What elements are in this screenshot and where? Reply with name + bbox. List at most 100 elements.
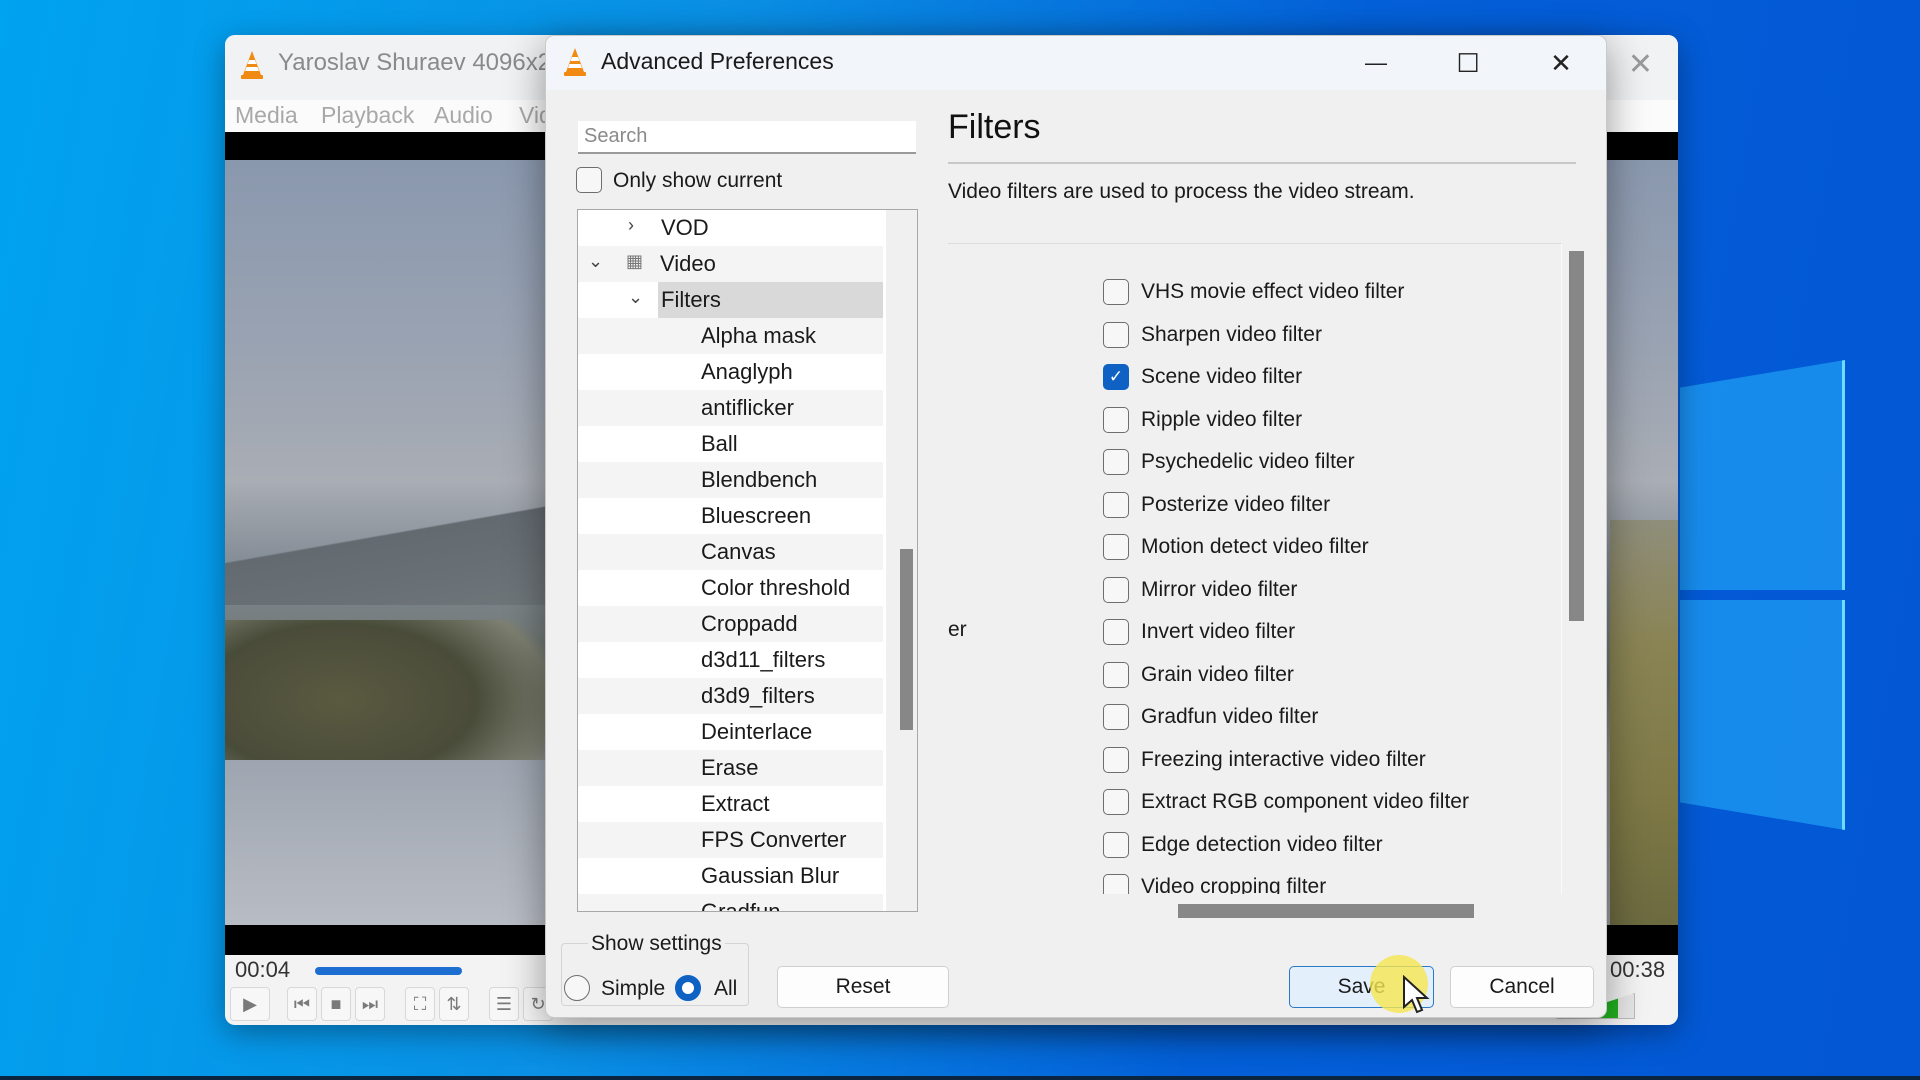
tree-item[interactable]: Canvas bbox=[578, 534, 883, 570]
tree-item[interactable]: › VOD bbox=[578, 210, 883, 246]
close-button[interactable]: ✕ bbox=[1531, 42, 1591, 84]
filter-checkbox[interactable] bbox=[1103, 874, 1129, 894]
maximize-button[interactable]: ☐ bbox=[1438, 42, 1498, 84]
all-radio[interactable] bbox=[675, 975, 701, 1001]
tree-item-label: Canvas bbox=[701, 539, 776, 564]
tree-item[interactable]: d3d9_filters bbox=[578, 678, 883, 714]
menu-media[interactable]: Media bbox=[235, 102, 298, 129]
filter-label: Extract RGB component video filter bbox=[1141, 790, 1469, 813]
tree-item[interactable]: Color threshold bbox=[578, 570, 883, 606]
filter-label: Motion detect video filter bbox=[1141, 535, 1369, 558]
filter-option: Freezing interactive video filter bbox=[948, 743, 1548, 777]
tree-item-label: Blendbench bbox=[701, 467, 818, 492]
filter-checkbox[interactable] bbox=[1103, 406, 1129, 433]
chevron-down-icon[interactable]: ⌄ bbox=[588, 251, 603, 272]
filter-checkbox[interactable] bbox=[1103, 831, 1129, 858]
tree-item[interactable]: Croppadd bbox=[578, 606, 883, 642]
tree-item[interactable]: Deinterlace bbox=[578, 714, 883, 750]
filter-label: Mirror video filter bbox=[1141, 577, 1298, 601]
filter-checkbox[interactable] bbox=[1103, 449, 1129, 475]
filter-option: Invert video filter bbox=[948, 615, 1548, 649]
stop-button[interactable]: ■ bbox=[321, 987, 351, 1021]
filter-option: Ripple video filter bbox=[948, 403, 1548, 437]
filter-option: Gradfun video filter bbox=[948, 700, 1548, 734]
tree-item-label: Color threshold bbox=[701, 575, 851, 600]
tree-item-label: FPS Converter bbox=[701, 827, 847, 852]
filter-checkbox[interactable] bbox=[1103, 534, 1129, 560]
loop-icon: ↻ bbox=[530, 994, 546, 1014]
filter-option: Sharpen video filter bbox=[948, 318, 1548, 352]
tree-item[interactable]: ⌄ Filters bbox=[578, 282, 883, 318]
vlc-cone-icon bbox=[564, 48, 586, 76]
reset-preferences-button[interactable]: Reset Preferences bbox=[777, 966, 949, 1017]
tree-item[interactable]: Alpha mask bbox=[578, 318, 883, 354]
search-input[interactable] bbox=[578, 121, 916, 154]
skip-forward-icon: ⏭ bbox=[361, 994, 379, 1014]
menu-playback[interactable]: Playback bbox=[321, 102, 414, 129]
filter-label: Grain video filter bbox=[1141, 662, 1294, 686]
tree-item[interactable]: Gradfun bbox=[578, 894, 883, 912]
next-button[interactable]: ⏭ bbox=[355, 987, 385, 1021]
filter-checkbox[interactable] bbox=[1103, 576, 1129, 603]
filter-label: Psychedelic video filter bbox=[1141, 450, 1355, 473]
tree-item-label: Video bbox=[660, 251, 716, 276]
tree-item[interactable]: d3d11_filters bbox=[578, 642, 883, 678]
filter-label: VHS movie effect video filter bbox=[1141, 280, 1405, 303]
tree-item[interactable]: Anaglyph bbox=[578, 354, 883, 390]
tree-item[interactable]: Extract bbox=[578, 786, 883, 822]
all-radio-label: All bbox=[714, 977, 738, 1000]
tree-scrollbar[interactable] bbox=[900, 549, 913, 730]
play-button[interactable]: ▶ bbox=[230, 987, 270, 1021]
tree-item-label: Extract bbox=[701, 791, 770, 816]
filter-checkbox[interactable] bbox=[1103, 661, 1129, 688]
vlc-cone-icon bbox=[241, 51, 263, 79]
mouse-cursor-icon bbox=[1403, 975, 1430, 1014]
chevron-down-icon[interactable]: ⌄ bbox=[628, 287, 643, 308]
seek-bar[interactable] bbox=[315, 967, 462, 975]
filter-checkbox[interactable] bbox=[1103, 279, 1129, 305]
filter-label: Sharpen video filter bbox=[1141, 322, 1322, 346]
tree-item[interactable]: Bluescreen bbox=[578, 498, 883, 534]
simple-radio[interactable] bbox=[564, 975, 590, 1001]
tree-item[interactable]: ⌄ ▦ Video bbox=[578, 246, 883, 282]
filter-checkbox[interactable] bbox=[1103, 746, 1129, 773]
elapsed-time: 00:04 bbox=[235, 957, 291, 982]
tree-item[interactable]: antiflicker bbox=[578, 390, 883, 426]
vlc-close-icon[interactable]: ✕ bbox=[1628, 47, 1653, 82]
filter-label: Ripple video filter bbox=[1141, 407, 1303, 431]
tree-item-label: Croppadd bbox=[701, 611, 798, 636]
dialog-title-bar: Advanced Preferences — ☐ ✕ bbox=[546, 36, 1606, 90]
filter-checkbox[interactable] bbox=[1103, 619, 1129, 645]
filter-checkbox[interactable]: ✓ bbox=[1103, 364, 1129, 390]
filters-vertical-scrollbar[interactable] bbox=[1569, 251, 1584, 621]
tree-item[interactable]: Erase bbox=[578, 750, 883, 786]
tree-item[interactable]: Blendbench bbox=[578, 462, 883, 498]
fullscreen-button[interactable]: ⛶ bbox=[405, 987, 435, 1021]
video-settings-icon: ▦ bbox=[626, 251, 644, 271]
tree-item-label: Gradfun bbox=[701, 899, 781, 912]
tree-item[interactable]: Gaussian Blur bbox=[578, 858, 883, 894]
filter-option: Psychedelic video filter bbox=[948, 445, 1548, 479]
filter-checkbox[interactable] bbox=[1103, 789, 1129, 815]
filters-horizontal-scrollbar[interactable] bbox=[1178, 904, 1474, 918]
filter-checkbox[interactable] bbox=[1103, 321, 1129, 348]
filter-label: Video cropping filter bbox=[1141, 875, 1327, 894]
extended-settings-button[interactable]: ⇅ bbox=[439, 987, 469, 1021]
cancel-button[interactable]: Cancel bbox=[1450, 966, 1594, 1008]
chevron-right-icon[interactable]: › bbox=[628, 215, 634, 236]
playlist-button[interactable]: ☰ bbox=[489, 987, 519, 1021]
only-show-current-checkbox[interactable] bbox=[576, 167, 602, 193]
previous-button[interactable]: ⏮ bbox=[287, 987, 317, 1021]
menu-audio[interactable]: Audio bbox=[434, 102, 493, 129]
maximize-icon: ☐ bbox=[1456, 48, 1480, 78]
tree-item[interactable]: Ball bbox=[578, 426, 883, 462]
filter-checkbox[interactable] bbox=[1103, 704, 1129, 730]
filter-checkbox[interactable] bbox=[1103, 491, 1129, 518]
tree-item-label: Erase bbox=[701, 755, 759, 780]
filter-label: Invert video filter bbox=[1141, 620, 1296, 643]
windows-logo bbox=[1680, 360, 1850, 840]
tree-item[interactable]: FPS Converter bbox=[578, 822, 883, 858]
stop-icon: ■ bbox=[330, 994, 342, 1014]
filter-option: VHS movie effect video filter bbox=[948, 275, 1548, 309]
minimize-button[interactable]: — bbox=[1346, 42, 1406, 84]
